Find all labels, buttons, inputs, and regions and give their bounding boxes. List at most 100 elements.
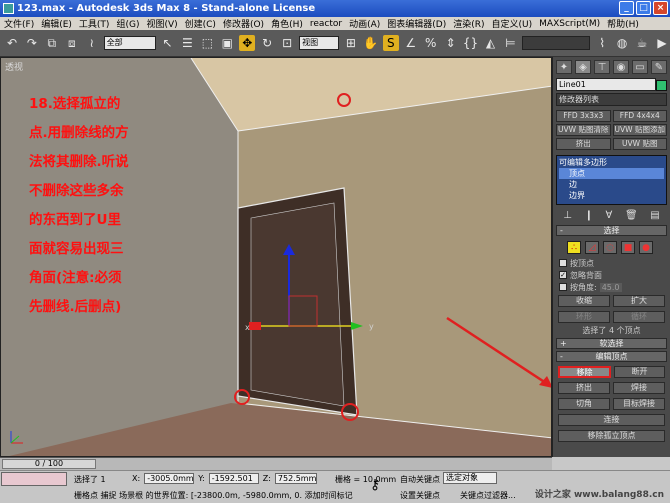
rect-region-icon[interactable]: ⬚ xyxy=(199,35,215,51)
vertex-level-icon[interactable]: ∴ xyxy=(567,241,581,254)
quick-render-icon[interactable]: ▶ xyxy=(654,35,670,51)
maxscript-listener-mini[interactable] xyxy=(1,472,67,486)
element-level-icon[interactable]: ● xyxy=(639,241,653,254)
selection-filter-dropdown[interactable]: 全部 xyxy=(103,36,156,50)
close-button[interactable]: × xyxy=(653,1,668,15)
named-selection-dropdown[interactable] xyxy=(522,36,591,50)
align-icon[interactable]: ⊨ xyxy=(502,35,518,51)
ignore-backfacing-checkbox[interactable]: ✓ xyxy=(559,271,567,279)
by-angle-option[interactable]: 按角度: 45.0 xyxy=(553,281,670,293)
stack-item-edge[interactable]: 边 xyxy=(559,179,664,190)
make-unique-icon[interactable]: ∀ xyxy=(606,210,613,221)
edge-level-icon[interactable]: ◿ xyxy=(585,241,599,254)
angle-value-field[interactable]: 45.0 xyxy=(599,282,622,292)
select-by-name-icon[interactable]: ☰ xyxy=(179,35,195,51)
move-icon[interactable]: ✥ xyxy=(239,35,256,51)
scale-icon[interactable]: ⊡ xyxy=(279,35,295,51)
minimize-button[interactable]: _ xyxy=(619,1,634,15)
curve-editor-icon[interactable]: ⌇ xyxy=(594,35,610,51)
border-level-icon[interactable]: ◌ xyxy=(603,241,617,254)
material-editor-icon[interactable]: ◍ xyxy=(614,35,630,51)
loop-button[interactable]: 循环 xyxy=(613,311,665,323)
create-tab-icon[interactable]: ✦ xyxy=(556,60,572,74)
menu-group[interactable]: 组(G) xyxy=(116,17,139,30)
link-icon[interactable]: ⧉ xyxy=(44,35,60,51)
by-angle-checkbox[interactable] xyxy=(559,283,567,291)
auto-key-button[interactable]: 自动关键点 xyxy=(400,474,440,485)
ring-button[interactable]: 环形 xyxy=(558,311,610,323)
menu-rendering[interactable]: 渲染(R) xyxy=(453,17,484,30)
mirror-icon[interactable]: ◭ xyxy=(483,35,499,51)
show-end-result-icon[interactable]: ❙ xyxy=(585,210,593,221)
selection-rollout-header[interactable]: - 选择 xyxy=(556,225,667,236)
motion-tab-icon[interactable]: ◉ xyxy=(613,60,629,74)
ignore-backfacing-option[interactable]: ✓ 忽略背面 xyxy=(553,269,670,281)
ffd444-button[interactable]: FFD 4x4x4 xyxy=(612,110,667,122)
remove-modifier-icon[interactable]: 🗑 xyxy=(625,210,638,221)
modifier-list-dropdown[interactable]: 修改器列表 xyxy=(556,93,667,106)
chamfer-button[interactable]: 切角 xyxy=(558,398,610,410)
menu-create[interactable]: 创建(C) xyxy=(185,17,216,30)
menu-file[interactable]: 文件(F) xyxy=(4,17,34,30)
key-icon[interactable]: ⚷ xyxy=(370,477,380,493)
extrude-button[interactable]: 挤出 xyxy=(558,382,610,394)
utilities-tab-icon[interactable]: ✎ xyxy=(651,60,667,74)
menu-customize[interactable]: 自定义(U) xyxy=(492,17,533,30)
bind-spacewarp-icon[interactable]: ≀ xyxy=(84,35,100,51)
ffd333-button[interactable]: FFD 3x3x3 xyxy=(556,110,611,122)
viewport-label[interactable]: 透视 xyxy=(5,60,23,73)
maximize-button[interactable]: □ xyxy=(636,1,651,15)
menu-animation[interactable]: 动画(A) xyxy=(349,17,380,30)
grow-button[interactable]: 扩大 xyxy=(613,295,665,307)
soft-selection-rollout-header[interactable]: + 软选择 xyxy=(556,338,667,349)
window-crossing-icon[interactable]: ▣ xyxy=(219,35,235,51)
remove-isolated-button[interactable]: 移除孤立顶点 xyxy=(558,430,665,442)
ref-coord-dropdown[interactable]: 视图 xyxy=(299,36,339,50)
weld-button[interactable]: 焊接 xyxy=(613,382,665,394)
uvw-clear-button[interactable]: UVW 贴图清除 xyxy=(556,124,611,136)
pivot-icon[interactable]: ⊞ xyxy=(343,35,359,51)
modify-tab-icon[interactable]: ◈ xyxy=(575,60,591,74)
y-field[interactable]: -1592.501 xyxy=(208,473,259,484)
by-vertex-option[interactable]: 按顶点 xyxy=(553,257,670,269)
polygon-level-icon[interactable]: ■ xyxy=(621,241,635,254)
select-manipulate-icon[interactable]: ✋ xyxy=(363,35,379,51)
break-button[interactable]: 断开 xyxy=(614,366,665,378)
hierarchy-tab-icon[interactable]: ⊤ xyxy=(594,60,610,74)
percent-snap-icon[interactable]: % xyxy=(423,35,439,51)
target-weld-button[interactable]: 目标焊接 xyxy=(613,398,665,410)
stack-item-editable-poly[interactable]: 可编辑多边形 xyxy=(559,157,664,168)
object-color-swatch[interactable] xyxy=(656,80,667,91)
menu-graph-editors[interactable]: 图表编辑器(D) xyxy=(387,17,446,30)
render-icon[interactable]: ☕ xyxy=(634,35,650,51)
menu-character[interactable]: 角色(H) xyxy=(271,17,303,30)
object-name-field[interactable]: Line01 xyxy=(556,78,656,91)
uvw-map-button[interactable]: UVW 贴图 xyxy=(612,138,667,150)
menu-help[interactable]: 帮助(H) xyxy=(607,17,639,30)
perspective-viewport[interactable]: x y 透视 18.选择孤立的 点.用删除线的方 法将其删除.听说 不删除这些多… xyxy=(0,57,552,457)
by-vertex-checkbox[interactable] xyxy=(559,259,567,267)
pin-stack-icon[interactable]: ⊥ xyxy=(563,210,572,221)
shrink-button[interactable]: 收缩 xyxy=(558,295,610,307)
menu-reactor[interactable]: reactor xyxy=(310,19,342,29)
rotate-icon[interactable]: ↻ xyxy=(259,35,275,51)
extrude-mod-button[interactable]: 挤出 xyxy=(556,138,611,150)
z-field[interactable]: 752.5mm xyxy=(274,473,317,484)
redo-icon[interactable]: ↷ xyxy=(24,35,40,51)
menu-tools[interactable]: 工具(T) xyxy=(79,17,110,30)
undo-icon[interactable]: ↶ xyxy=(4,35,20,51)
edit-vertices-rollout-header[interactable]: - 编辑顶点 xyxy=(556,351,667,362)
menu-edit[interactable]: 编辑(E) xyxy=(41,17,72,30)
configure-sets-icon[interactable]: ▤ xyxy=(650,210,659,221)
select-icon[interactable]: ↖ xyxy=(160,35,176,51)
snap-icon[interactable]: S xyxy=(382,35,399,51)
time-slider[interactable]: 0 / 100 xyxy=(2,459,96,469)
named-selection-icon[interactable]: {} xyxy=(463,35,479,51)
add-time-tag[interactable]: 添加时间标记 xyxy=(305,491,353,500)
stack-item-border[interactable]: 边界 xyxy=(559,190,664,201)
menu-views[interactable]: 视图(V) xyxy=(146,17,177,30)
x-field[interactable]: -3005.0mm xyxy=(144,473,195,484)
display-tab-icon[interactable]: ▭ xyxy=(632,60,648,74)
set-key-button[interactable]: 设置关键点 xyxy=(400,490,440,501)
menu-maxscript[interactable]: MAXScript(M) xyxy=(539,19,600,29)
